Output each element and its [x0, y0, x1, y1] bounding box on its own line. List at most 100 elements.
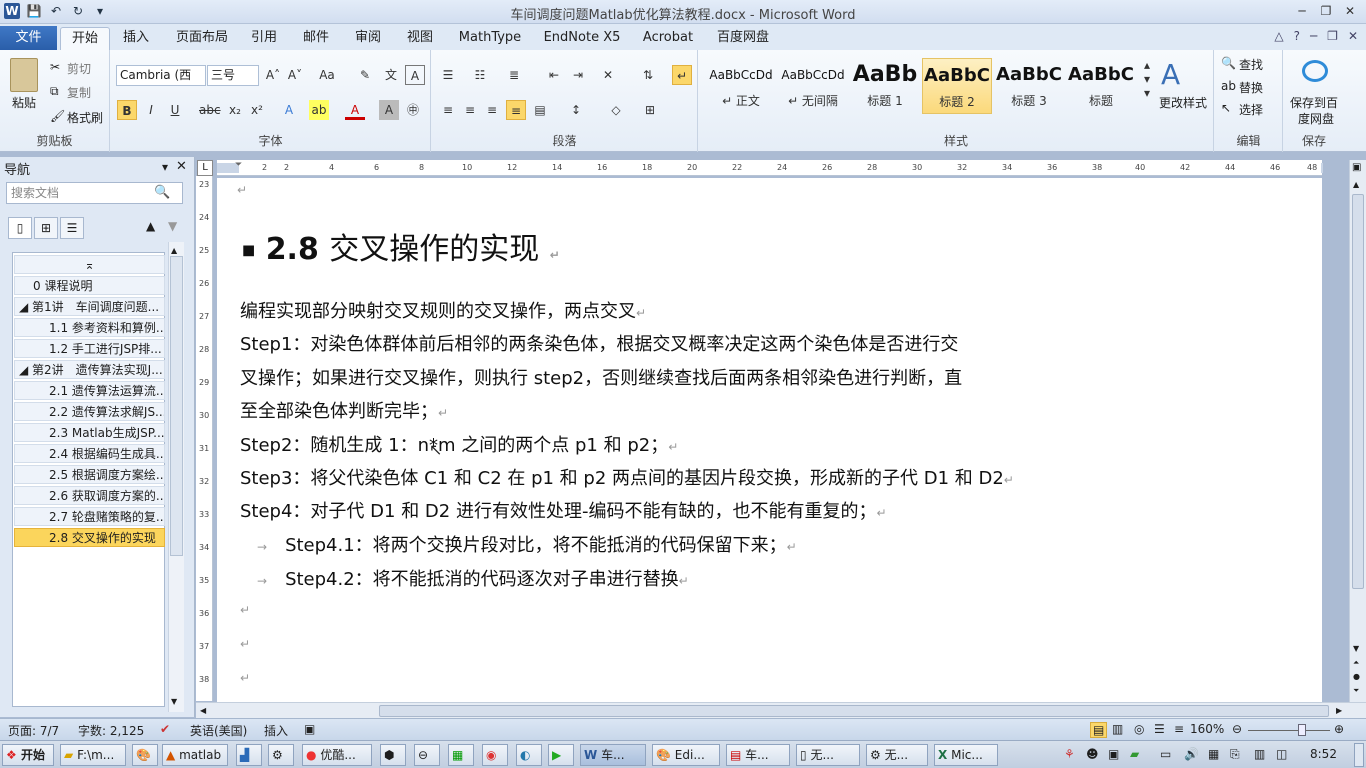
baidu-cloud-icon[interactable]	[1302, 60, 1328, 82]
zoom-out-icon[interactable]: ⊖	[1232, 722, 1242, 736]
draft-view-icon[interactable]: ≡	[1174, 722, 1184, 736]
align-center-icon[interactable]: ≡	[460, 100, 480, 120]
char-shading-icon[interactable]: A	[379, 100, 399, 120]
tab-mailings[interactable]: 邮件	[296, 27, 336, 50]
tab-baidu[interactable]: 百度网盘	[710, 27, 776, 50]
taskbar-untitled-1[interactable]: ▯ 无...	[796, 744, 860, 766]
nav-item[interactable]: 2.1 遗传算法运算流...	[14, 381, 165, 400]
insert-mode[interactable]: 插入	[264, 722, 288, 739]
taskbar-chrome[interactable]: ◉	[482, 744, 508, 766]
horizontal-scrollbar[interactable]: ◀ ▶	[196, 702, 1366, 719]
justify-icon[interactable]: ≡	[506, 100, 526, 120]
nav-collapse-all[interactable]: ⌅	[14, 255, 165, 274]
page-count[interactable]: 页面: 7/7	[8, 722, 59, 739]
macro-record-icon[interactable]: ▣	[304, 722, 315, 736]
taskbar-youku[interactable]: ● 优酷...	[302, 744, 372, 766]
tab-acrobat[interactable]: Acrobat	[636, 27, 700, 50]
tray-icon[interactable]: ▰	[1130, 747, 1139, 761]
nav-menu-icon[interactable]: ▾	[162, 160, 168, 174]
vertical-scrollbar[interactable]: ▣ ▲ ▼ ⏶ ● ⏷	[1349, 160, 1366, 702]
tab-endnote[interactable]: EndNote X5	[538, 27, 626, 50]
zoom-slider[interactable]	[1248, 730, 1330, 731]
taskbar-app[interactable]: ⚙	[268, 744, 294, 766]
document-page[interactable]: ↵ ■ 2.8 交叉操作的实现 ↵ 编程实现部分映射交叉规则的交叉操作，两点交叉…	[217, 178, 1322, 702]
taskbar-app[interactable]: ▶	[548, 744, 574, 766]
sort-icon[interactable]: ⇅	[638, 65, 658, 85]
find-button[interactable]: 查找	[1239, 56, 1263, 73]
italic-icon[interactable]: I	[141, 100, 161, 120]
zoom-slider-thumb[interactable]	[1298, 724, 1306, 736]
indent-marker-icon[interactable]: ⏷	[235, 160, 242, 170]
taskbar-app[interactable]: ▦	[448, 744, 474, 766]
view-ruler-icon[interactable]: ▣	[1352, 162, 1361, 173]
search-icon[interactable]: 🔍	[154, 185, 170, 200]
align-left-icon[interactable]: ≡	[438, 100, 458, 120]
scroll-up-icon[interactable]: ▲	[171, 246, 177, 255]
distributed-icon[interactable]: ▤	[530, 100, 550, 120]
select-button[interactable]: 选择	[1239, 101, 1263, 118]
tray-qq-icon[interactable]: ☻	[1086, 747, 1099, 761]
doc-close-icon[interactable]: ✕	[1348, 29, 1358, 43]
taskbar-app[interactable]: ⬢	[380, 744, 406, 766]
taskbar-word[interactable]: W 车...	[580, 744, 646, 766]
web-view-icon[interactable]: ◎	[1134, 722, 1144, 736]
next-page-icon[interactable]: ⏷	[1353, 686, 1359, 696]
word-count[interactable]: 字数: 2,125	[78, 722, 144, 739]
text-effects-icon[interactable]: A	[279, 100, 299, 120]
taskbar-app[interactable]: ◐	[516, 744, 542, 766]
nav-item[interactable]: 2.6 获取调度方案的...	[14, 486, 165, 505]
scroll-right-icon[interactable]: ▶	[1336, 706, 1342, 715]
save-to-baidu-label2[interactable]: 度网盘	[1298, 110, 1334, 127]
scroll-down-icon[interactable]: ▼	[1353, 644, 1359, 653]
volume-icon[interactable]: 🔊	[1184, 747, 1199, 761]
font-color-icon[interactable]: A	[345, 100, 365, 120]
network-status-icon[interactable]: ▥	[1254, 747, 1265, 761]
nav-item[interactable]: 1.2 手工进行JSP排...	[14, 339, 165, 358]
tab-insert[interactable]: 插入	[114, 27, 158, 50]
taskbar-app[interactable]: ⊖	[414, 744, 440, 766]
tray-icon[interactable]: ⎘	[1230, 747, 1240, 762]
shading-icon[interactable]: ◇	[606, 100, 626, 120]
format-painter-icon[interactable]: 🖌	[50, 109, 65, 123]
nav-item[interactable]: 2.2 遗传算法求解JS...	[14, 402, 165, 421]
restore-button[interactable]: ❐	[1316, 2, 1336, 20]
paste-button[interactable]: 粘贴	[12, 94, 36, 111]
tray-icon[interactable]: ▣	[1108, 747, 1119, 761]
nav-item-selected[interactable]: 2.8 交叉操作的实现	[14, 528, 165, 547]
subscript-icon[interactable]: x₂	[225, 100, 245, 120]
nav-tab-results[interactable]: ☰	[60, 217, 84, 239]
nav-item[interactable]: 2.7 轮盘赌策略的复...	[14, 507, 165, 526]
close-button[interactable]: ✕	[1340, 2, 1360, 20]
tab-view[interactable]: 视图	[400, 27, 440, 50]
nav-scrollbar[interactable]: ▲ ▼	[168, 242, 184, 712]
highlight-icon[interactable]: ab	[309, 100, 329, 120]
font-size-combo[interactable]: 三号	[207, 65, 259, 86]
tab-home[interactable]: 开始	[60, 27, 110, 50]
vertical-ruler[interactable]: 23 24 25 26 27 28 29 30 31 32 33 34 35 3…	[196, 176, 213, 701]
nav-tab-pages[interactable]: ⊞	[34, 217, 58, 239]
pinyin-icon[interactable]: 文	[381, 65, 401, 85]
expand-icon[interactable]: ◢	[19, 363, 32, 377]
outline-view-icon[interactable]: ☰	[1154, 722, 1165, 736]
save-to-baidu-label1[interactable]: 保存到百	[1290, 94, 1338, 111]
style-heading1[interactable]: AaBb 标题 1	[850, 58, 920, 114]
taskbar-paint[interactable]: 🎨	[132, 744, 158, 766]
nav-scroll-thumb[interactable]	[170, 256, 183, 556]
nav-item[interactable]: 0 课程说明	[14, 276, 165, 295]
browse-object-icon[interactable]: ●	[1353, 672, 1360, 681]
grow-font-icon[interactable]: A˄	[263, 65, 283, 85]
show-desktop-button[interactable]	[1354, 743, 1364, 767]
zoom-in-icon[interactable]: ⊕	[1334, 722, 1344, 736]
increase-indent-icon[interactable]: ⇥	[568, 65, 588, 85]
superscript-icon[interactable]: x²	[247, 100, 267, 120]
tab-stop-selector[interactable]: L	[197, 160, 213, 176]
replace-button[interactable]: 替换	[1239, 79, 1263, 96]
change-styles-icon[interactable]: A	[1161, 58, 1180, 91]
enclose-char-icon[interactable]: ㊥	[403, 100, 423, 120]
format-painter-button[interactable]: 格式刷	[67, 109, 103, 126]
style-normal[interactable]: AaBbCcDd ↵ 正文	[706, 58, 776, 114]
nav-item[interactable]: 2.5 根据调度方案绘...	[14, 465, 165, 484]
tray-icon[interactable]: ▭	[1160, 747, 1171, 761]
change-styles-button[interactable]: 更改样式	[1159, 94, 1207, 111]
reading-view-icon[interactable]: ▥	[1112, 722, 1123, 736]
